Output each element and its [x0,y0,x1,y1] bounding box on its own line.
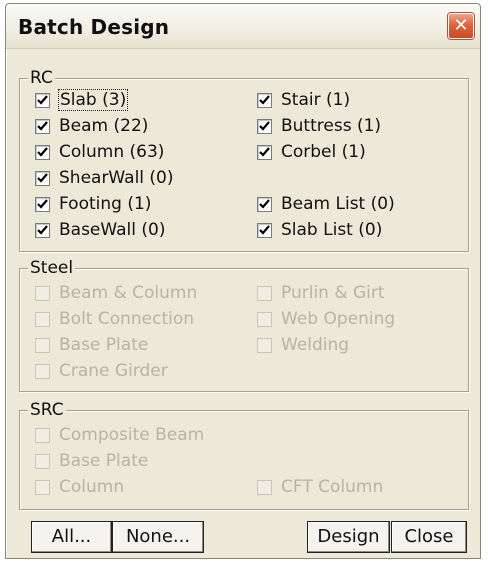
checkbox-shearwall[interactable]: ShearWall (0) [35,166,174,190]
checkbox-beam[interactable]: Beam (22) [35,114,148,138]
src-group: SRC Composite Beam Base Plate Column CFT… [19,400,469,510]
checkbox-label: Column [59,477,125,497]
checkmark-icon[interactable] [35,196,50,212]
checkbox-slab[interactable]: Slab (3) [35,88,129,112]
checkbox-corbel[interactable]: Corbel (1) [257,140,366,164]
window-title: Batch Design [18,15,170,39]
steel-group: Steel Beam & Column Bolt Connection Base… [19,258,469,392]
rc-group-legend: RC [28,68,55,88]
checkmark-icon[interactable] [257,92,272,108]
checkbox-purlin-and-girt[interactable]: Purlin & Girt [257,281,385,305]
checkbox-box[interactable] [35,479,50,495]
checkbox-label: ShearWall (0) [59,168,174,188]
checkbox-label: Beam (22) [59,116,149,136]
checkbox-box[interactable] [257,337,272,353]
checkbox-label: Bolt Connection [59,309,195,329]
checkbox-label: Slab List (0) [281,220,383,240]
checkmark-icon[interactable] [257,222,272,238]
checkbox-crane-girder[interactable]: Crane Girder [35,359,168,383]
checkbox-label: Base Plate [59,451,149,471]
design-button[interactable]: Design [307,521,390,553]
checkmark-icon[interactable] [35,118,50,134]
checkmark-icon[interactable] [257,196,272,212]
title-bar[interactable]: Batch Design ✕ [6,4,480,49]
checkbox-label: Buttress (1) [281,116,382,136]
checkmark-icon[interactable] [35,170,50,186]
batch-design-dialog: Batch Design ✕ RC Slab (3) Beam (22) Col… [5,3,481,559]
checkbox-label: Corbel (1) [281,142,366,162]
checkbox-footing[interactable]: Footing (1) [35,192,151,216]
steel-group-legend: Steel [28,258,76,278]
checkmark-icon[interactable] [35,222,50,238]
checkbox-basewall[interactable]: BaseWall (0) [35,218,165,242]
checkbox-label: Column (63) [59,142,165,162]
checkbox-label: Purlin & Girt [281,283,385,303]
src-group-legend: SRC [28,400,66,420]
checkbox-box[interactable] [257,311,272,327]
none-button[interactable]: None... [112,521,204,553]
checkbox-label: CFT Column [281,477,384,497]
checkmark-icon[interactable] [35,144,50,160]
checkbox-steel-base-plate[interactable]: Base Plate [35,333,148,357]
checkbox-label: Base Plate [59,335,149,355]
checkmark-icon[interactable] [257,144,272,160]
checkbox-box[interactable] [257,479,272,495]
checkbox-box[interactable] [35,311,50,327]
checkbox-slab-list[interactable]: Slab List (0) [257,218,382,242]
checkbox-label: Stair (1) [281,90,351,110]
checkbox-label: Web Opening [281,309,396,329]
checkbox-cft-column[interactable]: CFT Column [257,475,383,499]
checkbox-buttress[interactable]: Buttress (1) [257,114,381,138]
checkbox-box[interactable] [35,363,50,379]
checkbox-beam-list[interactable]: Beam List (0) [257,192,395,216]
checkbox-welding[interactable]: Welding [257,333,349,357]
checkmark-icon[interactable] [257,118,272,134]
checkbox-composite-beam[interactable]: Composite Beam [35,423,204,447]
checkbox-label: Beam & Column [59,283,198,303]
checkbox-box[interactable] [35,337,50,353]
rc-group: RC Slab (3) Beam (22) Column (63) ShearW… [19,68,469,252]
checkbox-stair[interactable]: Stair (1) [257,88,350,112]
checkbox-label: Slab (3) [57,89,129,111]
checkbox-src-column[interactable]: Column [35,475,124,499]
all-button[interactable]: All... [31,521,112,553]
checkbox-box[interactable] [35,427,50,443]
checkbox-label: Beam List (0) [281,194,395,214]
checkbox-bolt-connection[interactable]: Bolt Connection [35,307,194,331]
checkbox-box[interactable] [35,285,50,301]
checkbox-src-base-plate[interactable]: Base Plate [35,449,148,473]
checkbox-label: Crane Girder [59,361,168,381]
checkbox-beam-and-column[interactable]: Beam & Column [35,281,197,305]
checkbox-column[interactable]: Column (63) [35,140,164,164]
close-button[interactable]: Close [391,521,467,553]
checkbox-box[interactable] [257,285,272,301]
checkmark-icon[interactable] [35,92,50,108]
checkbox-label: Composite Beam [59,425,205,445]
checkbox-label: BaseWall (0) [59,220,166,240]
checkbox-label: Welding [281,335,350,355]
checkbox-web-opening[interactable]: Web Opening [257,307,395,331]
close-icon[interactable]: ✕ [448,13,474,39]
checkbox-box[interactable] [35,453,50,469]
checkbox-label: Footing (1) [59,194,152,214]
